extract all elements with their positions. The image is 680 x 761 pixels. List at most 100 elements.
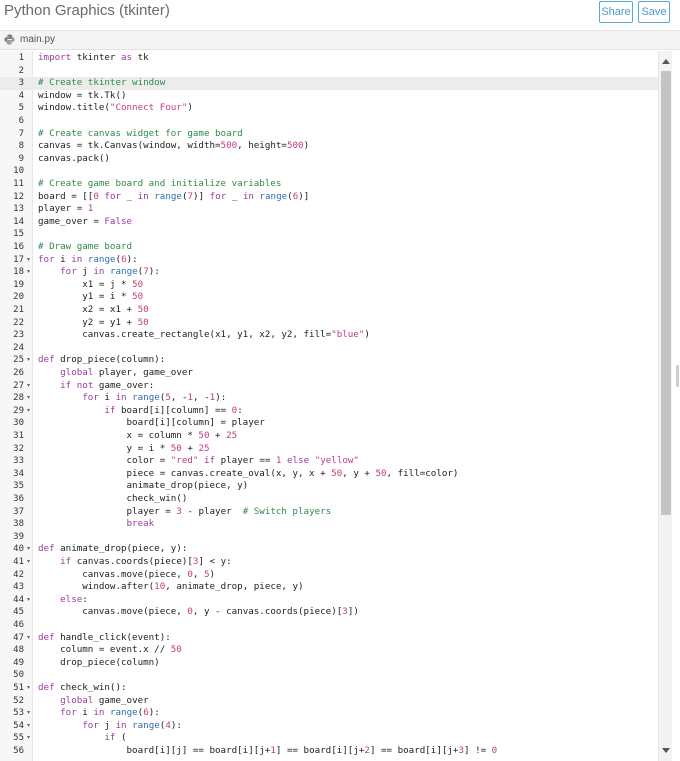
code-line[interactable]: 50 — [0, 669, 660, 682]
code-line[interactable]: 42 canvas.move(piece, 0, 5) — [0, 569, 660, 582]
code-line[interactable]: 51 ▾ def check_win(): — [0, 682, 660, 695]
code-line[interactable]: 6 — [0, 115, 660, 128]
code-line[interactable]: 56 board[i][j] == board[i][j+1] == board… — [0, 745, 660, 758]
line-number: 4 — [18, 90, 24, 101]
fold-toggle-icon[interactable]: ▾ — [27, 720, 30, 733]
code-line[interactable]: 53 ▾ for i in range(6): — [0, 707, 660, 720]
code-text: if ( — [104, 732, 127, 744]
code-line[interactable]: 44 ▾ else: — [0, 594, 660, 607]
code-text: player = 3 - player # Switch players — [38, 505, 332, 517]
fold-toggle-icon[interactable]: ▾ — [27, 380, 30, 393]
vertical-scrollbar[interactable] — [658, 51, 672, 761]
code-line[interactable]: 15 — [0, 228, 660, 241]
line-number: 50 — [13, 670, 24, 681]
code-line[interactable]: 5 window.title("Connect Four") — [0, 102, 660, 115]
fold-toggle-icon[interactable]: ▾ — [27, 556, 30, 569]
save-button[interactable]: Save — [638, 1, 670, 23]
code-line[interactable]: 21 x2 = x1 + 50 — [0, 304, 660, 317]
code-line[interactable]: 36 check_win() — [0, 493, 660, 506]
code-line[interactable]: 48 column = event.x // 50 — [0, 644, 660, 657]
code-line[interactable]: 29 ▾ if board[i][column] == 0: — [0, 405, 660, 418]
resize-handle[interactable] — [676, 365, 679, 387]
fold-toggle-icon[interactable]: ▾ — [27, 632, 30, 645]
share-button[interactable]: Share — [599, 1, 633, 23]
code-line[interactable]: 22 y2 = y1 + 50 — [0, 317, 660, 330]
fold-toggle-icon[interactable]: ▾ — [27, 405, 30, 418]
code-line[interactable]: 45 canvas.move(piece, 0, y - canvas.coor… — [0, 606, 660, 619]
code-line[interactable]: 39 — [0, 531, 660, 544]
code-text: column = event.x // 50 — [38, 644, 182, 656]
code-line[interactable]: 27 ▾ if not game_over: — [0, 380, 660, 393]
fold-toggle-icon[interactable]: ▾ — [27, 732, 30, 745]
code-line[interactable]: 11 # Create game board and initialize var… — [0, 178, 660, 191]
line-number: 28 — [13, 393, 24, 404]
code-line[interactable]: 23 canvas.create_rectangle(x1, y1, x2, y… — [0, 329, 660, 342]
line-number: 25 — [13, 355, 24, 366]
code-line[interactable]: 24 — [0, 342, 660, 355]
code-text: player = 1 — [38, 203, 94, 215]
code-line[interactable]: 16 # Draw game board — [0, 241, 660, 254]
fold-toggle-icon[interactable]: ▾ — [27, 254, 30, 267]
scroll-up-arrow-icon[interactable] — [662, 59, 670, 64]
code-line[interactable]: 10 — [0, 165, 660, 178]
line-number: 54 — [13, 720, 24, 731]
code-line[interactable]: 14 game_over = False — [0, 216, 660, 229]
line-number: 53 — [13, 708, 24, 719]
code-line[interactable]: 4 window = tk.Tk() — [0, 90, 660, 103]
code-line[interactable]: 18 ▾ for j in range(7): — [0, 266, 660, 279]
line-number: 16 — [13, 242, 24, 252]
fold-toggle-icon[interactable]: ▾ — [27, 682, 30, 695]
line-number: 45 — [13, 607, 24, 618]
line-number: 7 — [18, 128, 24, 139]
fold-toggle-icon[interactable]: ▾ — [27, 354, 30, 367]
fold-toggle-icon[interactable]: ▾ — [27, 543, 30, 556]
code-line[interactable]: 2 — [0, 65, 660, 78]
code-text: if board[i][column] == 0: — [104, 404, 243, 416]
code-text: global player, game_over — [60, 367, 193, 378]
code-text: for j in range(4): — [82, 719, 182, 731]
code-line[interactable]: 13 player = 1 — [0, 203, 660, 216]
code-text: window.title("Connect Four") — [38, 102, 193, 114]
code-line[interactable]: 49 drop_piece(column) — [0, 657, 660, 670]
code-line[interactable]: 38 break — [0, 518, 660, 531]
code-line[interactable]: 54 ▾ for j in range(4): — [0, 720, 660, 733]
code-line[interactable]: 46 — [0, 619, 660, 632]
code-line[interactable]: 8 canvas = tk.Canvas(window, width=500, h… — [0, 140, 660, 153]
fold-toggle-icon[interactable]: ▾ — [27, 707, 30, 720]
code-line[interactable]: 40 ▾ def animate_drop(piece, y): — [0, 543, 660, 556]
code-text: drop_piece(column) — [38, 656, 160, 668]
code-line[interactable]: 43 window.after(10, animate_drop, piece,… — [0, 581, 660, 594]
code-line[interactable]: 32 y = i * 50 + 25 — [0, 443, 660, 456]
code-line[interactable]: 33 color = "red" if player == 1 else "ye… — [0, 455, 660, 468]
code-line[interactable]: 34 piece = canvas.create_oval(x, y, x + … — [0, 468, 660, 481]
fold-toggle-icon[interactable]: ▾ — [27, 392, 30, 405]
code-line[interactable]: 20 y1 = i * 50 — [0, 291, 660, 304]
code-line[interactable]: 37 player = 3 - player # Switch players — [0, 506, 660, 519]
code-text: # Create game board and initialize varia… — [38, 178, 282, 189]
code-line[interactable]: 31 x = column * 50 + 25 — [0, 430, 660, 443]
code-line[interactable]: 26 global player, game_over — [0, 367, 660, 380]
fold-toggle-icon[interactable]: ▾ — [27, 266, 30, 279]
code-line[interactable]: 41 ▾ if canvas.coords(piece)[3] < y: — [0, 556, 660, 569]
code-line[interactable]: 1 import tkinter as tk — [0, 52, 660, 65]
code-line[interactable]: 19 x1 = j * 50 — [0, 279, 660, 292]
file-tab-main[interactable]: main.py — [4, 34, 55, 45]
code-line[interactable]: 47 ▾ def handle_click(event): — [0, 632, 660, 645]
scroll-down-arrow-icon[interactable] — [662, 748, 670, 753]
code-line[interactable]: 52 global game_over — [0, 695, 660, 708]
code-line[interactable]: 3 # Create tkinter window — [0, 77, 660, 90]
fold-toggle-icon[interactable]: ▾ — [27, 594, 30, 607]
code-line[interactable]: 55 ▾ if ( — [0, 732, 660, 745]
code-line[interactable]: 12 board = [[0 for _ in range(7)] for _ i… — [0, 191, 660, 204]
scrollbar-thumb[interactable] — [661, 71, 671, 515]
code-line[interactable]: 35 animate_drop(piece, y) — [0, 480, 660, 493]
code-editor[interactable]: 1 import tkinter as tk 2 3 # Create tkinter … — [0, 51, 680, 761]
code-line[interactable]: 7 # Create canvas widget for game board — [0, 128, 660, 141]
code-line[interactable]: 25 ▾ def drop_piece(column): — [0, 354, 660, 367]
code-line[interactable]: 9 canvas.pack() — [0, 153, 660, 166]
code-line[interactable]: 17 ▾ for i in range(6): — [0, 254, 660, 267]
line-number: 46 — [13, 620, 24, 630]
file-tab-bar: main.py — [0, 30, 680, 50]
code-line[interactable]: 28 ▾ for i in range(5, -1, -1): — [0, 392, 660, 405]
code-line[interactable]: 30 board[i][column] = player — [0, 417, 660, 430]
